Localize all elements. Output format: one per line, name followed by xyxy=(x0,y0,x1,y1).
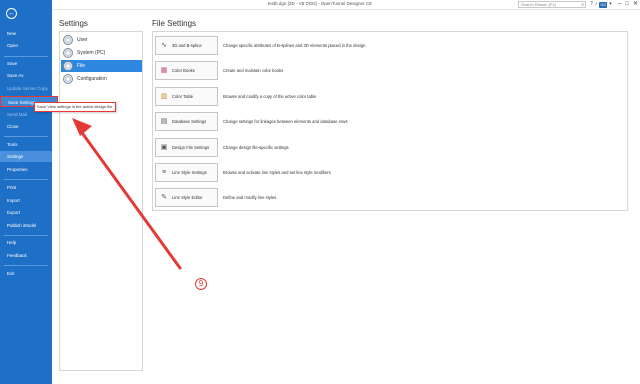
nav-item-save-as[interactable]: Save As xyxy=(0,70,52,81)
color-table-icon: ▥ xyxy=(160,93,168,100)
window-controls: – □ ✕ xyxy=(618,0,638,9)
chevron-down-icon[interactable]: ▾ xyxy=(609,1,612,8)
spline-icon: ∿ xyxy=(161,42,167,49)
nav-item-update-server-copy[interactable]: Update Server Copy xyxy=(0,83,52,94)
settings-item-configuration[interactable]: Configuration xyxy=(61,73,142,85)
file-settings-panel: ∿ 3D and B-spline Change specific attrib… xyxy=(152,31,628,211)
nav-divider xyxy=(4,235,48,236)
title-bar-tools: ? ♪ GG ▾ xyxy=(590,1,612,8)
button-label: Design File Settings xyxy=(172,145,210,150)
spline-settings-button[interactable]: ∿ 3D and B-spline xyxy=(155,36,218,55)
nav-item-exit[interactable]: Exit xyxy=(0,268,52,279)
maximize-icon[interactable]: □ xyxy=(625,0,629,9)
nav-item-feedback[interactable]: Feedback xyxy=(0,250,52,261)
nav-item-save[interactable]: Save xyxy=(0,58,52,69)
line-style-icon: ≡ xyxy=(161,169,167,176)
settings-item-label: Configuration xyxy=(77,76,107,82)
file-settings-heading: File Settings xyxy=(152,19,197,28)
nav-item-properties[interactable]: Properties xyxy=(0,164,52,175)
gear-icon xyxy=(63,61,73,71)
setting-description: Create and maintain color books xyxy=(223,68,284,73)
button-label: Line Style Editor xyxy=(172,195,203,200)
nav-divider xyxy=(4,265,48,266)
design-file-icon: ▣ xyxy=(160,144,168,151)
close-icon[interactable]: ✕ xyxy=(633,0,638,9)
design-file-settings-button[interactable]: ▣ Design File Settings xyxy=(155,138,218,157)
settings-heading: Settings xyxy=(59,19,88,28)
setting-description: Change design file-specific settings xyxy=(223,145,289,150)
title-bar: testb.dgn [3D - V8 DGN] - OpenTunnel Des… xyxy=(0,0,640,10)
avatar[interactable]: GG xyxy=(599,1,608,8)
line-style-editor-icon: ✎ xyxy=(161,194,167,201)
backstage-nav: ← New Open Save Save As Update Server Co… xyxy=(0,0,58,384)
nav-item-settings[interactable]: Settings xyxy=(0,151,52,162)
nav-item-import[interactable]: Import xyxy=(0,195,52,206)
setting-description: Change settings for linkages between ele… xyxy=(223,119,348,124)
nav-item-new[interactable]: New xyxy=(0,28,52,39)
line-style-editor-button[interactable]: ✎ Line Style Editor xyxy=(155,188,218,207)
button-label: Database Settings xyxy=(172,119,207,124)
settings-item-label: User xyxy=(77,37,88,43)
nav-divider xyxy=(4,136,48,137)
button-label: Line Style Settings xyxy=(172,170,207,175)
color-table-button[interactable]: ▥ Color Table xyxy=(155,87,218,106)
button-label: Color Books xyxy=(172,68,195,73)
nav-item-print[interactable]: Print xyxy=(0,182,52,193)
gear-icon xyxy=(63,74,73,84)
nav-divider xyxy=(4,56,48,57)
setting-description: Browse and modify a copy of the active c… xyxy=(223,94,317,99)
line-style-settings-button[interactable]: ≡ Line Style Settings xyxy=(155,163,218,182)
nav-item-open[interactable]: Open xyxy=(0,40,52,51)
nav-item-export[interactable]: Export xyxy=(0,207,52,218)
settings-category-list: User System (PC) File Configuration xyxy=(59,31,143,371)
settings-item-user[interactable]: User xyxy=(61,34,142,46)
step-number-badge: 9 xyxy=(195,278,207,290)
setting-description: Browse and activate line styles and set … xyxy=(223,170,331,175)
minimize-icon[interactable]: – xyxy=(618,0,621,9)
settings-item-file[interactable]: File xyxy=(61,60,142,72)
settings-item-label: System (PC) xyxy=(77,50,106,56)
settings-item-label: File xyxy=(77,63,86,69)
nav-item-close[interactable]: Close xyxy=(0,121,52,132)
ribbon-search-input[interactable]: Search Ribbon (F4) ⌕ xyxy=(518,1,586,8)
color-book-icon: ▦ xyxy=(160,67,168,74)
back-arrow-icon[interactable]: ← xyxy=(6,8,17,19)
save-settings-tooltip: Save View settings in the active design … xyxy=(34,102,116,112)
database-settings-button[interactable]: ▤ Database Settings xyxy=(155,112,218,131)
database-icon: ▤ xyxy=(160,118,168,125)
button-label: 3D and B-spline xyxy=(172,43,202,48)
settings-item-system[interactable]: System (PC) xyxy=(61,47,142,59)
nav-item-tools[interactable]: Tools xyxy=(0,139,52,150)
help-icon[interactable]: ? xyxy=(590,1,593,8)
setting-description: Change specific attributes of B-splines … xyxy=(223,43,366,48)
nav-item-help[interactable]: Help xyxy=(0,237,52,248)
setting-description: Define and modify line styles xyxy=(223,195,277,200)
gear-icon xyxy=(63,48,73,58)
bell-icon[interactable]: ♪ xyxy=(595,1,598,8)
nav-divider xyxy=(4,179,48,180)
nav-item-publish-imodel[interactable]: Publish iModel xyxy=(0,220,52,231)
gear-icon xyxy=(63,35,73,45)
button-label: Color Table xyxy=(172,94,194,99)
color-books-button[interactable]: ▦ Color Books xyxy=(155,61,218,80)
search-icon: ⌕ xyxy=(581,2,584,8)
ribbon-search-placeholder: Search Ribbon (F4) xyxy=(521,2,556,7)
